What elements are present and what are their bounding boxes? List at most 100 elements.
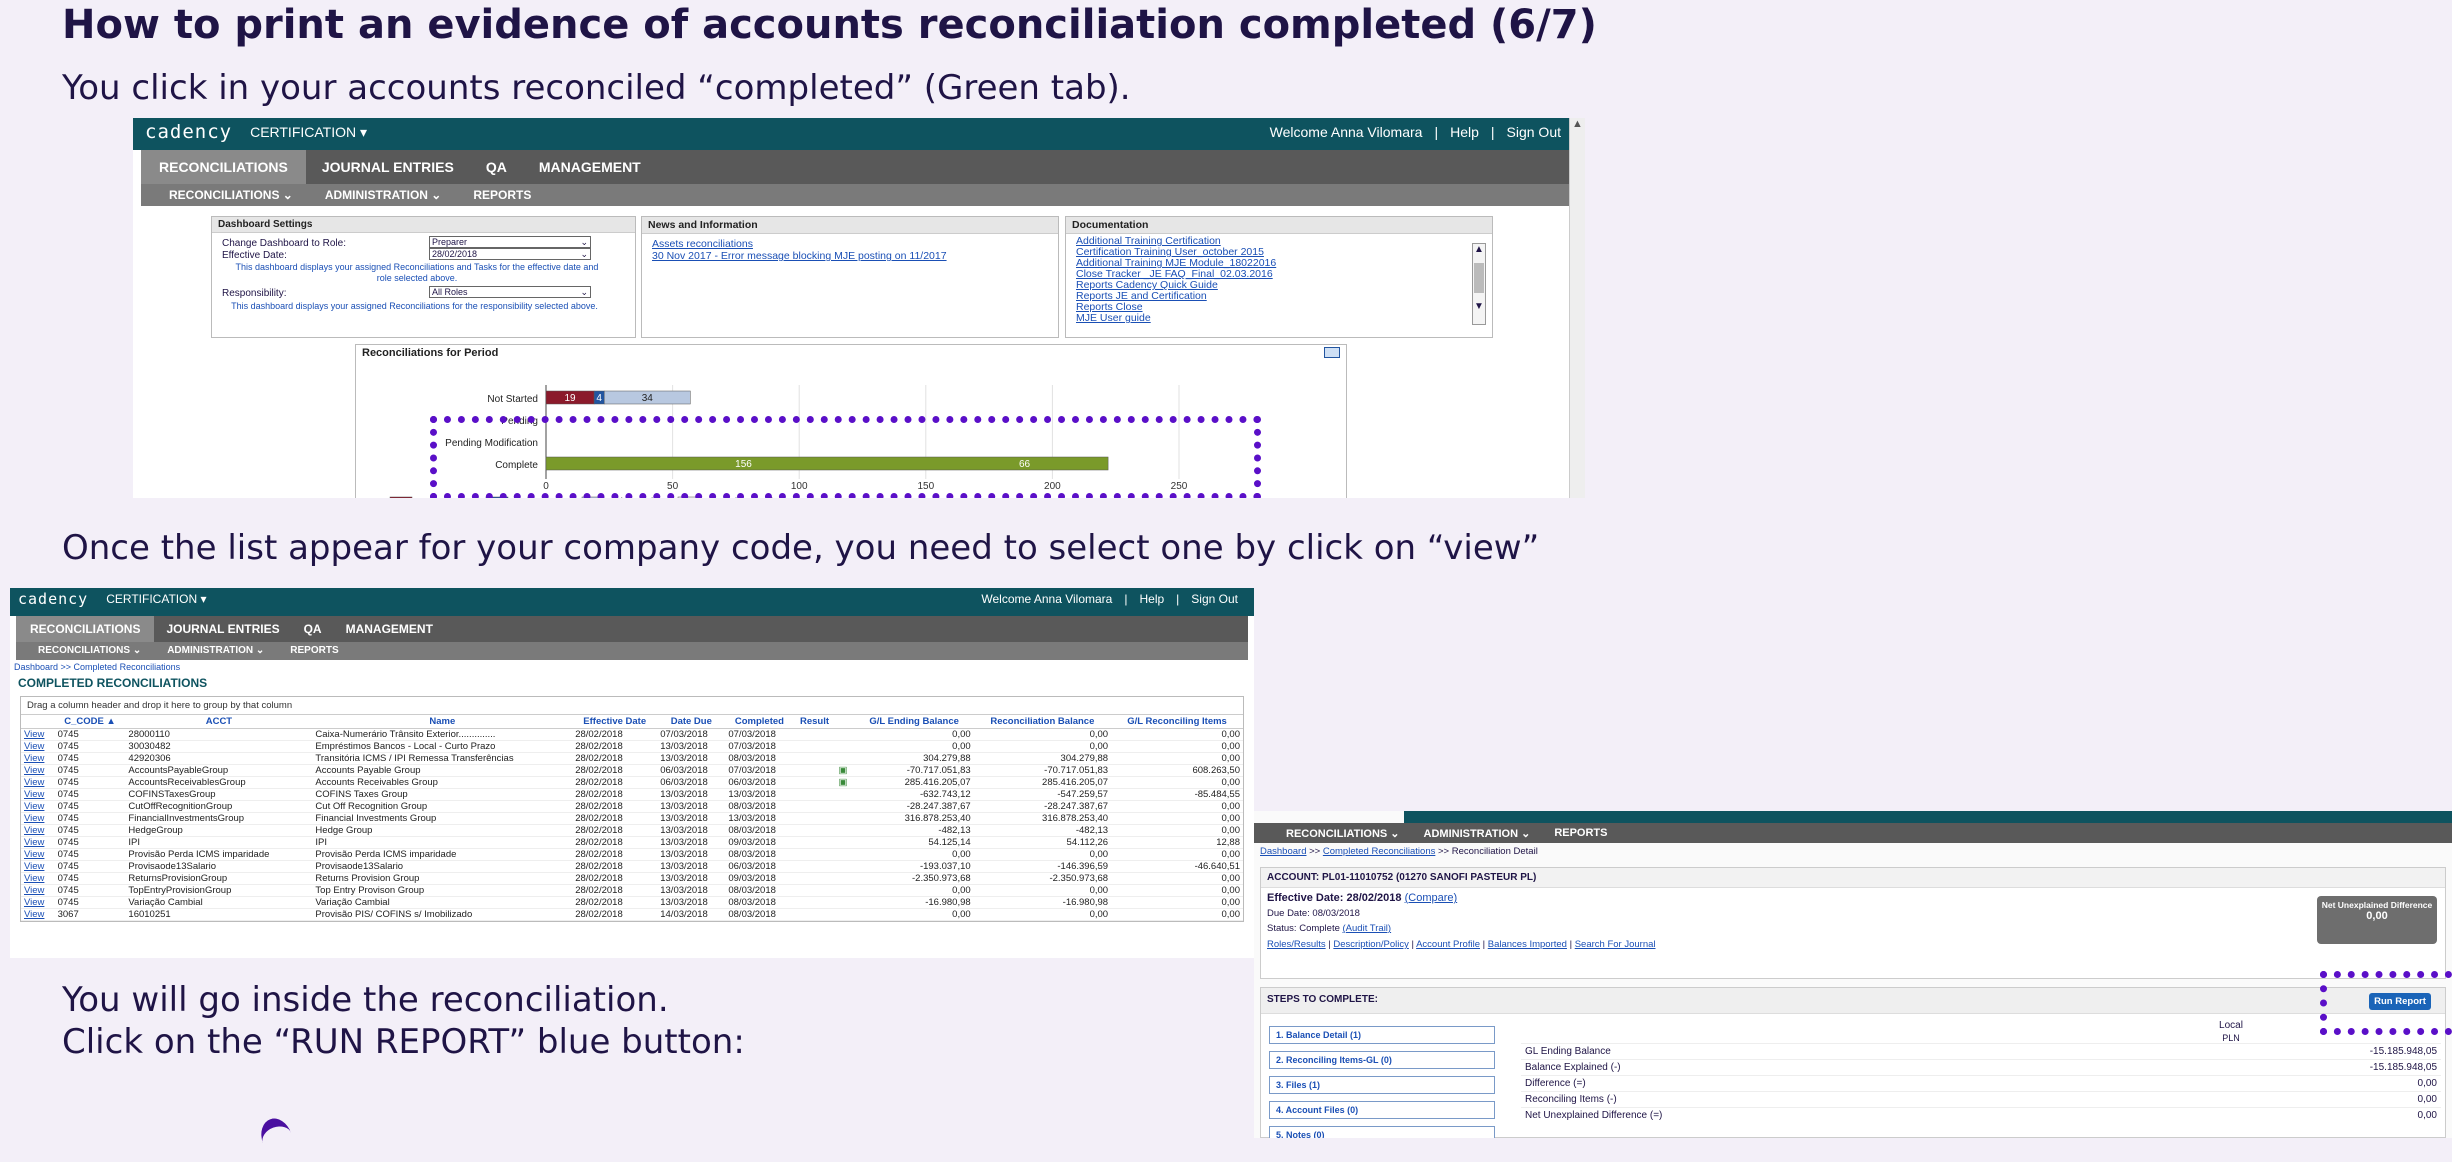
compare-link[interactable]: (Compare)	[1405, 892, 1458, 904]
view-link[interactable]: View	[21, 764, 55, 777]
column-header[interactable]: G/L Reconciling Items	[1111, 715, 1243, 729]
table-cell: Empréstimos Bancos - Local - Curto Prazo	[312, 740, 573, 753]
attachment-icon[interactable]	[835, 824, 855, 837]
column-header[interactable]	[835, 715, 855, 729]
view-link[interactable]: View	[21, 908, 55, 921]
view-link[interactable]: View	[21, 740, 55, 753]
view-link[interactable]: View	[21, 812, 55, 825]
view-link[interactable]: View	[21, 752, 55, 765]
view-link[interactable]: View	[21, 836, 55, 849]
tab-qa[interactable]: QA	[470, 150, 523, 184]
column-header[interactable]: G/L Ending Balance	[854, 715, 974, 729]
view-link[interactable]: View	[21, 860, 55, 873]
view-link[interactable]: View	[21, 896, 55, 909]
table-row: View 0745 IPI IPI 28/02/2018 13/03/2018 09/03/…	[21, 836, 1243, 849]
table-cell: -482,13	[973, 824, 1112, 837]
detail-link[interactable]: Description/Policy	[1333, 939, 1409, 950]
attachment-icon[interactable]	[835, 872, 855, 885]
table-cell: 0745	[54, 896, 126, 909]
subnav-reconciliations[interactable]: RECONCILIATIONS ⌄	[1254, 823, 1410, 843]
attachment-icon[interactable]: ▣	[835, 764, 855, 777]
attachment-icon[interactable]	[835, 800, 855, 813]
breadcrumb-completed[interactable]: Completed Reconciliations	[1323, 846, 1435, 857]
subnav-reconciliations[interactable]: RECONCILIATIONS ⌄	[141, 184, 305, 206]
column-header[interactable]: Effective Date	[572, 715, 658, 729]
doc-scrollbar[interactable]: ▲ ▼	[1472, 243, 1486, 325]
subnav-reports[interactable]: REPORTS	[453, 184, 543, 206]
attachment-icon[interactable]	[835, 848, 855, 861]
attachment-icon[interactable]	[835, 752, 855, 765]
column-header[interactable]: Completed	[725, 715, 794, 729]
column-header[interactable]	[21, 715, 55, 729]
view-link[interactable]: View	[21, 872, 55, 885]
detail-link[interactable]: Roles/Results	[1267, 939, 1326, 950]
breadcrumb[interactable]: Dashboard >> Completed Reconciliations	[10, 660, 1254, 674]
certification-menu[interactable]: CERTIFICATION ▾	[106, 592, 206, 606]
column-header[interactable]: Date Due	[657, 715, 726, 729]
step-item[interactable]: 5. Notes (0)	[1269, 1126, 1495, 1138]
table-row: View 0745 HedgeGroup Hedge Group 28/02/2018 1…	[21, 824, 1243, 837]
attachment-icon[interactable]	[835, 740, 855, 753]
tab-reconciliations[interactable]: RECONCILIATIONS	[141, 150, 306, 184]
table-cell: 304.279,88	[973, 752, 1112, 765]
help-link[interactable]: Help	[1450, 124, 1479, 140]
attachment-icon[interactable]	[835, 908, 855, 921]
step-item[interactable]: 2. Reconciling Items-GL (0)	[1269, 1051, 1495, 1069]
attachment-icon[interactable]	[835, 836, 855, 849]
doc-link[interactable]: MJE User guide	[1076, 313, 1482, 324]
effective-date-select[interactable]: 28/02/2018 ⌄	[429, 248, 591, 260]
sign-out-link[interactable]: Sign Out	[1507, 124, 1561, 140]
view-link[interactable]: View	[21, 728, 55, 741]
role-select[interactable]: Preparer ⌄	[429, 236, 591, 248]
column-header[interactable]: Name	[312, 715, 573, 729]
table-cell: -146.396,59	[973, 860, 1112, 873]
subnav-reconciliations[interactable]: RECONCILIATIONS ⌄	[16, 642, 151, 660]
detail-link[interactable]: Search For Journal	[1575, 939, 1656, 950]
view-link[interactable]: View	[21, 776, 55, 789]
detail-link[interactable]: Account Profile	[1416, 939, 1480, 950]
tab-reconciliations[interactable]: RECONCILIATIONS	[16, 616, 155, 642]
subnav-administration[interactable]: ADMINISTRATION ⌄	[305, 184, 454, 206]
tab-journal-entries[interactable]: JOURNAL ENTRIES	[306, 150, 470, 184]
column-header[interactable]: Reconciliation Balance	[973, 715, 1112, 729]
subnav-reports[interactable]: REPORTS	[1540, 823, 1617, 843]
column-header[interactable]: C_CODE ▲	[54, 715, 126, 729]
chart-toggle-icon[interactable]	[1324, 347, 1340, 358]
tab-qa[interactable]: QA	[292, 616, 334, 642]
column-header[interactable]: Result	[793, 715, 836, 729]
tab-journal-entries[interactable]: JOURNAL ENTRIES	[154, 616, 291, 642]
scrollbar[interactable]: ▲	[1569, 118, 1585, 498]
news-link[interactable]: 30 Nov 2017 - Error message blocking MJE…	[652, 250, 1048, 262]
attachment-icon[interactable]	[835, 884, 855, 897]
subnav-administration[interactable]: ADMINISTRATION ⌄	[151, 642, 274, 660]
attachment-icon[interactable]	[835, 728, 855, 741]
help-link[interactable]: Help	[1139, 592, 1164, 606]
step-item[interactable]: 3. Files (1)	[1269, 1076, 1495, 1094]
audit-trail-link[interactable]: (Audit Trail)	[1343, 923, 1392, 934]
breadcrumb-dashboard[interactable]: Dashboard	[1260, 846, 1306, 857]
responsibility-select[interactable]: All Roles ⌄	[429, 286, 591, 298]
sign-out-link[interactable]: Sign Out	[1191, 592, 1238, 606]
attachment-icon[interactable]	[835, 896, 855, 909]
view-link[interactable]: View	[21, 884, 55, 897]
view-link[interactable]: View	[21, 824, 55, 837]
view-link[interactable]: View	[21, 788, 55, 801]
attachment-icon[interactable]: ▣	[835, 776, 855, 789]
tab-management[interactable]: MANAGEMENT	[334, 616, 445, 642]
news-link[interactable]: Assets reconciliations	[652, 238, 1048, 250]
column-header[interactable]: ACCT	[125, 715, 313, 729]
step-item[interactable]: 4. Account Files (0)	[1269, 1101, 1495, 1119]
attachment-icon[interactable]	[835, 812, 855, 825]
view-link[interactable]: View	[21, 800, 55, 813]
group-by-hint[interactable]: Drag a column header and drop it here to…	[21, 697, 1243, 715]
subnav-administration[interactable]: ADMINISTRATION ⌄	[1410, 823, 1541, 843]
tab-management[interactable]: MANAGEMENT	[523, 150, 657, 184]
subnav-reports[interactable]: REPORTS	[274, 642, 348, 660]
certification-menu[interactable]: CERTIFICATION ▾	[250, 124, 367, 141]
table-cell: 28/02/2018	[572, 752, 658, 765]
view-link[interactable]: View	[21, 848, 55, 861]
attachment-icon[interactable]	[835, 788, 855, 801]
attachment-icon[interactable]	[835, 860, 855, 873]
detail-link[interactable]: Balances Imported	[1488, 939, 1567, 950]
step-item[interactable]: 1. Balance Detail (1)	[1269, 1026, 1495, 1044]
